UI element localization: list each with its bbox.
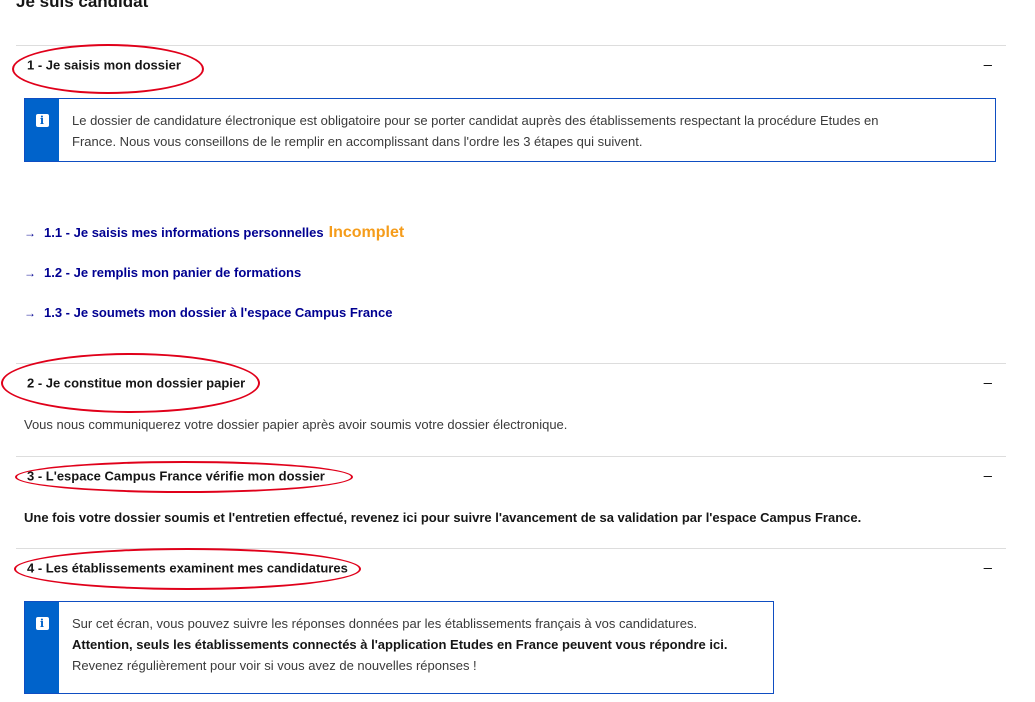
section-2-body: Vous nous communiquerez votre dossier pa…: [24, 417, 568, 432]
collapse-toggle-icon[interactable]: –: [984, 469, 992, 484]
step-link-1-3[interactable]: → 1.3 - Je soumets mon dossier à l'espac…: [24, 305, 392, 320]
section-2-title: 2 - Je constitue mon dossier papier: [27, 375, 246, 391]
info-line: Revenez régulièrement pour voir si vous …: [72, 658, 477, 673]
section-3-title: 3 - L'espace Campus France vérifie mon d…: [27, 468, 325, 484]
section-3-header[interactable]: 3 - L'espace Campus France vérifie mon d…: [16, 457, 1006, 495]
step-link-1-2[interactable]: → 1.2 - Je remplis mon panier de formati…: [24, 265, 301, 280]
step-link-label: 1.2 - Je remplis mon panier de formation…: [44, 265, 302, 280]
step-link-label: 1.3 - Je soumets mon dossier à l'espace …: [44, 305, 393, 320]
info-line: Sur cet écran, vous pouvez suivre les ré…: [72, 616, 698, 631]
page-title: Je suis candidat: [16, 0, 149, 11]
section-2-header[interactable]: 2 - Je constitue mon dossier papier –: [16, 364, 1006, 402]
collapse-toggle-icon[interactable]: –: [984, 58, 992, 73]
info-bar: i: [25, 602, 59, 693]
info-line-warning: Attention, seuls les établissements conn…: [72, 637, 728, 652]
collapse-toggle-icon[interactable]: –: [984, 376, 992, 391]
section-1-title: 1 - Je saisis mon dossier: [27, 57, 181, 73]
section-4-info-box: i Sur cet écran, vous pouvez suivre les …: [24, 601, 774, 694]
info-line: Le dossier de candidature électronique e…: [72, 113, 879, 128]
section-1-header[interactable]: 1 - Je saisis mon dossier –: [16, 46, 1006, 84]
info-icon: i: [35, 114, 49, 127]
step-link-label: 1.1 - Je saisis mes informations personn…: [44, 225, 324, 240]
section-1-info-box: i Le dossier de candidature électronique…: [24, 98, 996, 162]
section-4-header[interactable]: 4 - Les établissements examinent mes can…: [16, 549, 1006, 587]
info-bar: i: [25, 99, 59, 161]
status-badge: Incomplet: [328, 224, 405, 241]
info-line: France. Nous vous conseillons de le remp…: [72, 134, 643, 149]
info-icon: i: [35, 617, 49, 630]
step-link-1-1[interactable]: → 1.1 - Je saisis mes informations perso…: [24, 224, 404, 242]
section-3-body: Une fois votre dossier soumis et l'entre…: [24, 510, 862, 525]
section-4-title: 4 - Les établissements examinent mes can…: [27, 560, 348, 576]
candidate-page: Je suis candidat 1 - Je saisis mon dossi…: [0, 0, 1035, 702]
info-text: Le dossier de candidature électronique e…: [59, 99, 895, 161]
arrow-right-icon: →: [24, 306, 36, 320]
arrow-right-icon: →: [24, 226, 36, 240]
collapse-toggle-icon[interactable]: –: [984, 561, 992, 576]
arrow-right-icon: →: [24, 266, 36, 280]
info-text: Sur cet écran, vous pouvez suivre les ré…: [59, 602, 743, 693]
